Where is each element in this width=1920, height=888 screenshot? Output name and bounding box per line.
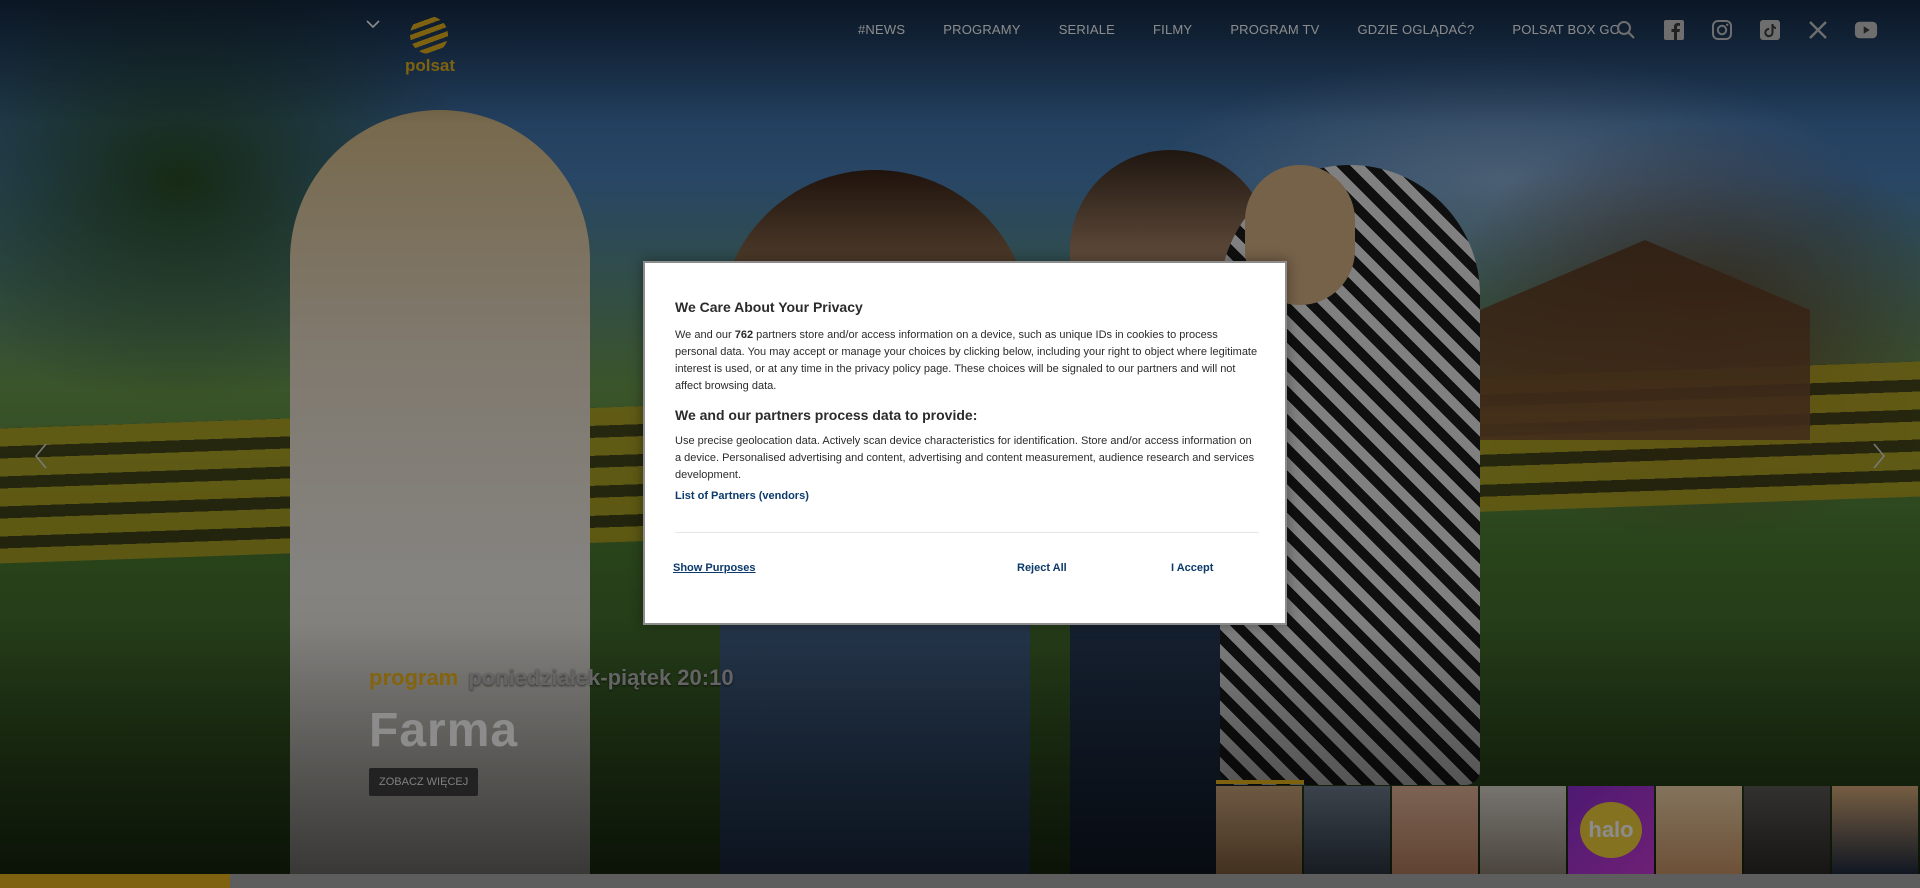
description-end: partners store and/or access information… (675, 329, 1258, 392)
purposes-text: Use precise geolocation data. Actively s… (675, 435, 1255, 481)
dialog-content: We Care About Your Privacy We and our 76… (675, 299, 1259, 503)
partners-link[interactable]: List of Partners (vendors) (675, 490, 809, 502)
reject-all-button[interactable]: Reject All (1017, 562, 1067, 574)
dialog-subtitle: We and our partners process data to prov… (675, 407, 978, 423)
show-purposes-button[interactable]: Show Purposes (673, 562, 756, 574)
dialog-title: We Care About Your Privacy (675, 299, 863, 315)
dialog-description: We and our 762 partners store and/or acc… (675, 327, 1259, 395)
accept-button[interactable]: I Accept (1171, 562, 1213, 574)
description-start: We and our (675, 329, 735, 341)
privacy-consent-dialog: We Care About Your Privacy We and our 76… (643, 261, 1287, 625)
partners-count: 762 (734, 329, 754, 341)
dialog-divider (675, 532, 1259, 533)
